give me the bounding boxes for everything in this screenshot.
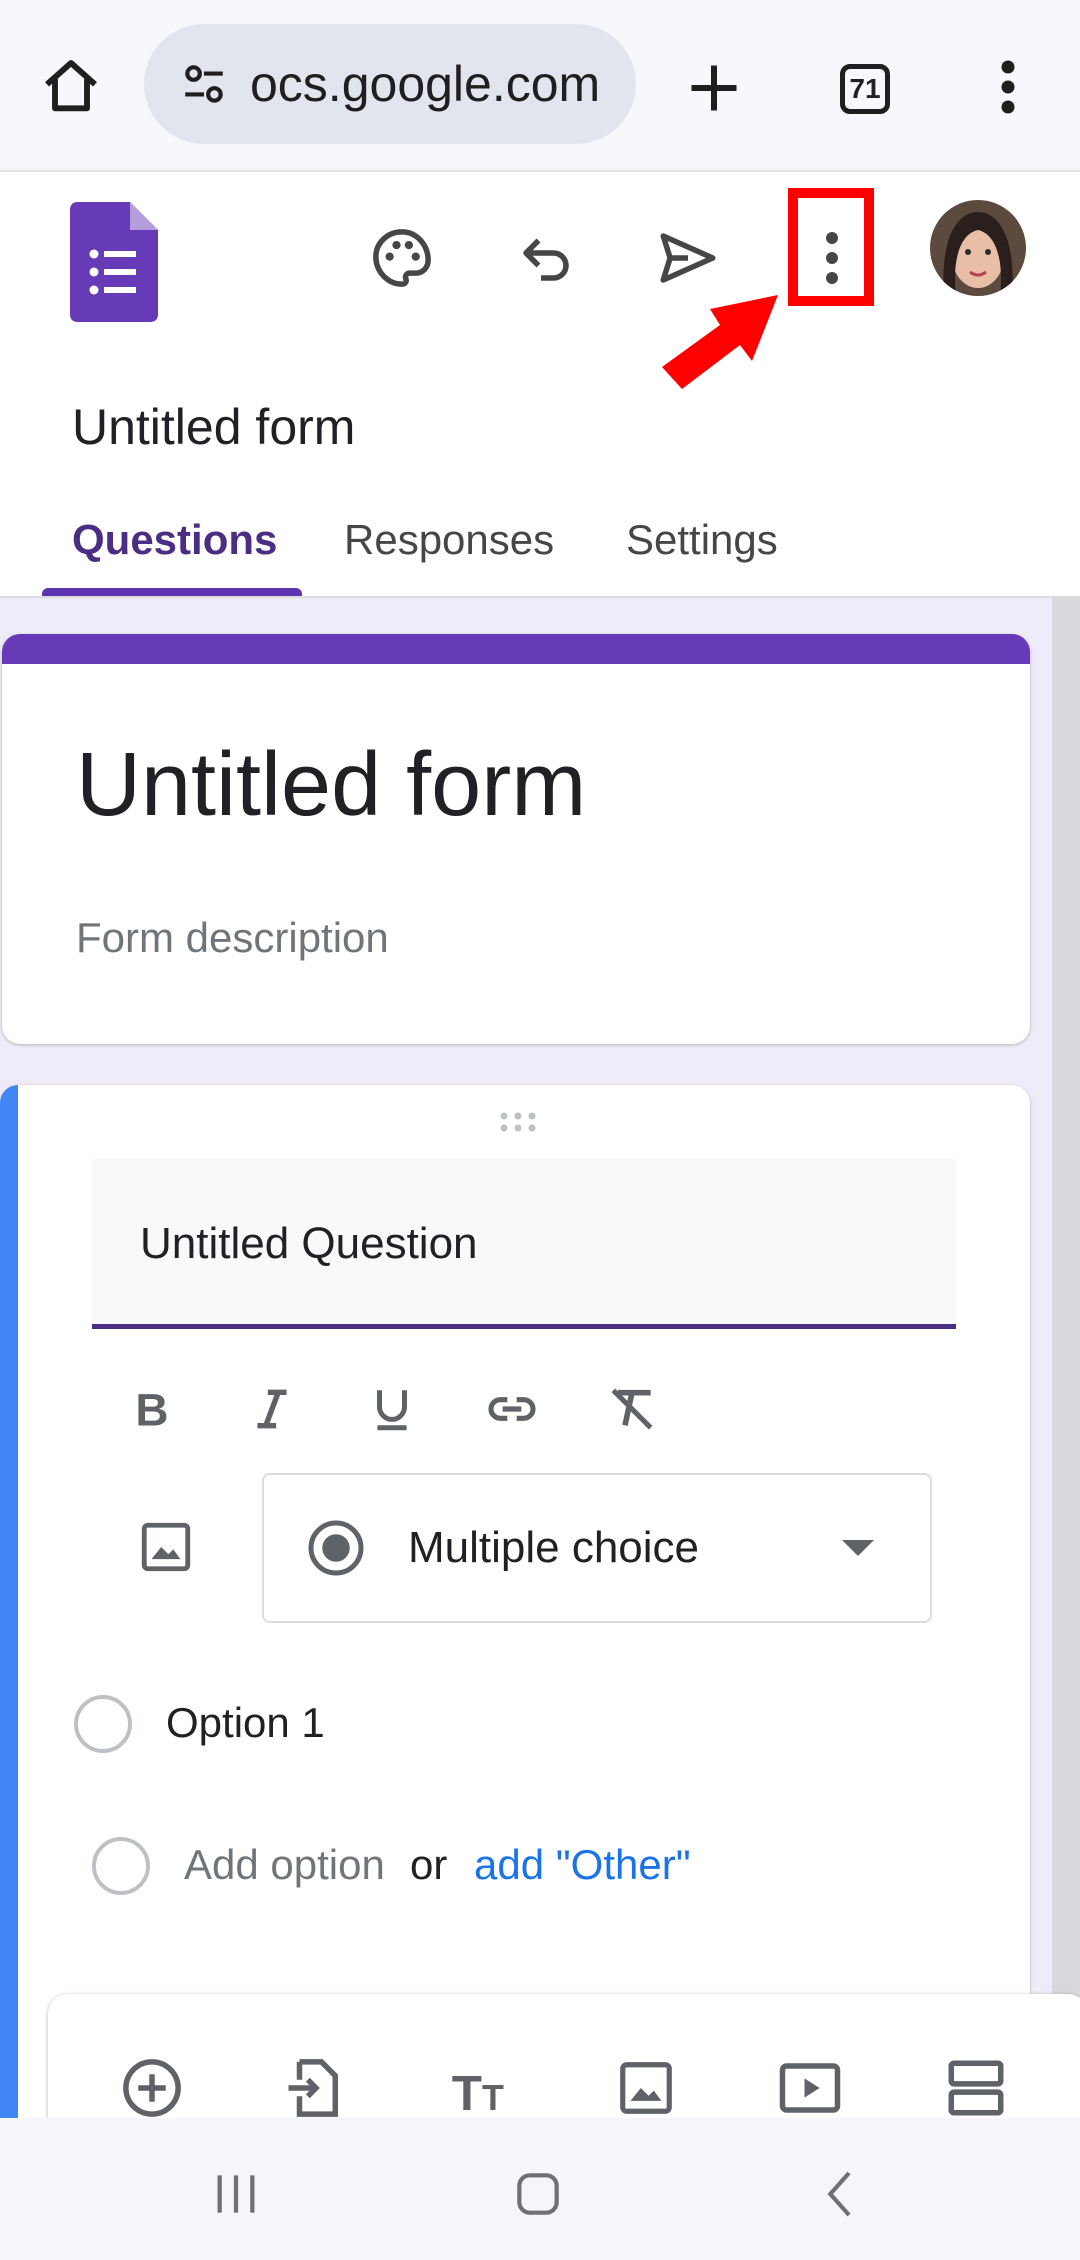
bold-icon[interactable]: B [116,1373,188,1445]
back-icon[interactable] [802,2154,882,2234]
tab-switcher-button[interactable]: 71 [830,54,900,124]
question-type-dropdown[interactable]: Multiple choice [262,1473,932,1623]
tab-settings[interactable]: Settings [626,516,778,564]
recent-apps-icon[interactable] [196,2154,276,2234]
google-forms-logo[interactable] [70,202,158,322]
add-image-icon[interactable] [128,1509,204,1585]
browser-toolbar: ocs.google.com 71 [0,0,1080,172]
question-title-field[interactable]: Untitled Question [92,1159,956,1329]
svg-text:T: T [452,2066,482,2121]
option-radio-icon [74,1695,132,1753]
home-icon[interactable] [498,2154,578,2234]
question-type-label: Multiple choice [408,1523,700,1572]
dropdown-arrow-icon [842,1540,874,1556]
add-other-link[interactable]: add "Other" [474,1841,691,1889]
document-title[interactable]: Untitled form [72,398,355,456]
browser-menu-icon[interactable] [978,52,1038,122]
radio-selected-icon [308,1520,364,1576]
address-bar[interactable]: ocs.google.com [144,24,636,144]
site-settings-icon[interactable] [174,54,234,114]
form-description-field[interactable]: Form description [76,914,389,962]
svg-text:B: B [135,1385,168,1434]
browser-home-icon[interactable] [36,52,106,122]
svg-text:T: T [482,2078,504,2118]
clear-format-icon[interactable] [596,1373,668,1445]
add-video-icon[interactable] [772,2050,848,2126]
option-1-field[interactable]: Option 1 [166,1699,325,1747]
annotation-arrow [650,265,790,395]
scrollbar[interactable] [1052,598,1080,2118]
undo-icon[interactable] [496,208,596,308]
drag-handle-icon[interactable] [490,1107,550,1137]
more-options-highlight-box [788,188,874,306]
question-focus-bar [0,1085,18,2185]
add-image-icon[interactable] [608,2050,684,2126]
tab-questions[interactable]: Questions [72,516,277,564]
url-text: ocs.google.com [250,56,601,112]
import-questions-icon[interactable] [278,2050,354,2126]
tab-count: 71 [849,73,881,104]
underline-icon[interactable] [356,1373,428,1445]
form-header-card: Untitled form Form description [2,634,1030,1044]
add-question-icon[interactable] [114,2050,190,2126]
question-title-text: Untitled Question [140,1219,478,1268]
system-navigation-bar [0,2118,1080,2260]
link-icon[interactable] [476,1373,548,1445]
new-tab-icon[interactable] [676,50,752,126]
header-accent-bar [2,634,1030,664]
italic-icon[interactable] [236,1373,308,1445]
account-avatar[interactable] [930,200,1026,296]
palette-icon[interactable] [352,208,452,308]
tab-responses[interactable]: Responses [344,516,554,564]
add-option-radio-icon [92,1837,150,1895]
or-text: or [410,1841,448,1888]
add-title-icon[interactable]: TT [444,2050,520,2126]
form-title[interactable]: Untitled form [76,734,586,837]
add-section-icon[interactable] [938,2050,1014,2126]
add-option-field[interactable]: Add option [184,1841,385,1889]
